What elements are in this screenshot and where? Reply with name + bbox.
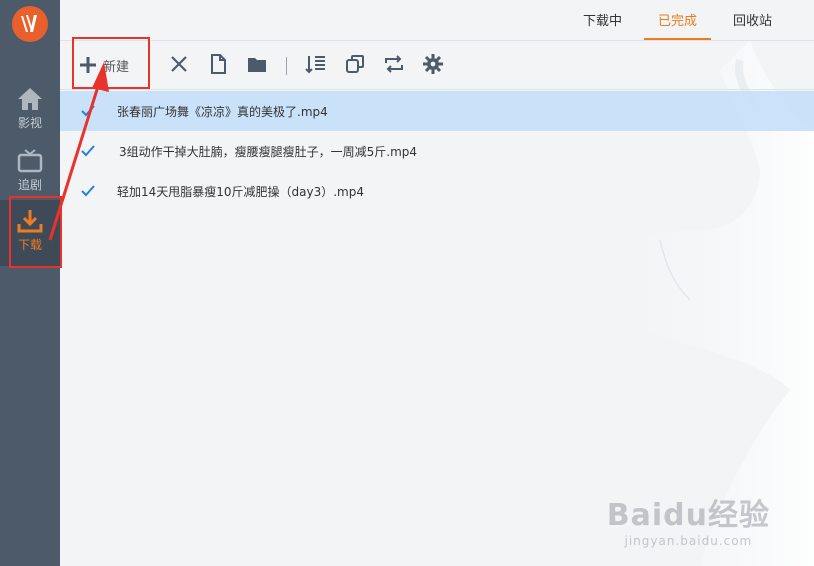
delete-button[interactable] <box>168 53 192 77</box>
close-icon <box>171 56 187 72</box>
watermark-sub: jingyan.baidu.com <box>624 534 753 548</box>
copy-icon <box>346 55 364 73</box>
sidebar-item-download[interactable]: 下载 <box>0 200 60 266</box>
new-download-label: 新建 <box>103 59 130 75</box>
divider <box>60 89 814 90</box>
main-panel: 下载中 已完成 回收站 新建 张春丽广场舞《凉凉》真的美极了.mp4 3组动作干… <box>60 0 814 566</box>
copy-button[interactable] <box>344 53 368 77</box>
list-item[interactable]: 轻加14天甩脂暴瘦10斤减肥操（day3）.mp4 <box>60 171 814 211</box>
sidebar: 影视 追剧 下载 <box>0 0 60 566</box>
repeat-button[interactable] <box>383 53 407 77</box>
open-folder-button[interactable] <box>246 53 270 77</box>
watermark-main: Baidu经验 <box>606 498 770 533</box>
tab-completed[interactable]: 已完成 <box>643 0 711 40</box>
repeat-icon <box>385 55 403 73</box>
folder-icon <box>248 58 266 72</box>
settings-button[interactable] <box>422 53 446 77</box>
tab-recycle-bin[interactable]: 回收站 <box>719 0 786 40</box>
app-logo-icon <box>12 6 48 42</box>
tab-bar: 下载中 已完成 回收站 <box>561 0 786 40</box>
tv-icon <box>17 149 43 173</box>
check-icon <box>81 105 95 117</box>
sidebar-item-movies[interactable]: 影视 <box>0 84 60 140</box>
toolbar: 新建 <box>60 41 814 89</box>
watermark: Baidu经验 jingyan.baidu.com <box>607 490 770 548</box>
check-icon <box>81 185 95 197</box>
sort-icon <box>305 56 325 74</box>
home-icon <box>18 88 42 110</box>
sidebar-item-label: 影视 <box>17 116 42 130</box>
sidebar-item-series[interactable]: 追剧 <box>0 146 60 202</box>
file-name: 3组动作干掉大肚腩，瘦腰瘦腿瘦肚子，一周减5斤.mp4 <box>119 145 418 159</box>
plus-icon <box>80 57 96 73</box>
file-name: 张春丽广场舞《凉凉》真的美极了.mp4 <box>117 105 328 119</box>
list-item[interactable]: 3组动作干掉大肚腩，瘦腰瘦腿瘦肚子，一周减5斤.mp4 <box>60 131 814 171</box>
file-name: 轻加14天甩脂暴瘦10斤减肥操（day3）.mp4 <box>117 185 365 199</box>
new-download-button[interactable]: 新建 <box>78 53 129 77</box>
sidebar-item-label: 下载 <box>17 238 42 252</box>
toolbar-separator <box>286 57 287 75</box>
tab-downloading[interactable]: 下载中 <box>569 0 636 40</box>
sidebar-item-label: 追剧 <box>17 178 42 192</box>
open-file-button[interactable] <box>207 53 231 77</box>
download-icon <box>17 210 43 233</box>
check-icon <box>81 145 95 157</box>
list-item[interactable]: 张春丽广场舞《凉凉》真的美极了.mp4 <box>60 91 814 131</box>
file-icon <box>211 54 226 74</box>
download-list: 张春丽广场舞《凉凉》真的美极了.mp4 3组动作干掉大肚腩，瘦腰瘦腿瘦肚子，一周… <box>60 91 814 211</box>
gear-icon <box>423 54 443 74</box>
sort-button[interactable] <box>305 53 329 77</box>
